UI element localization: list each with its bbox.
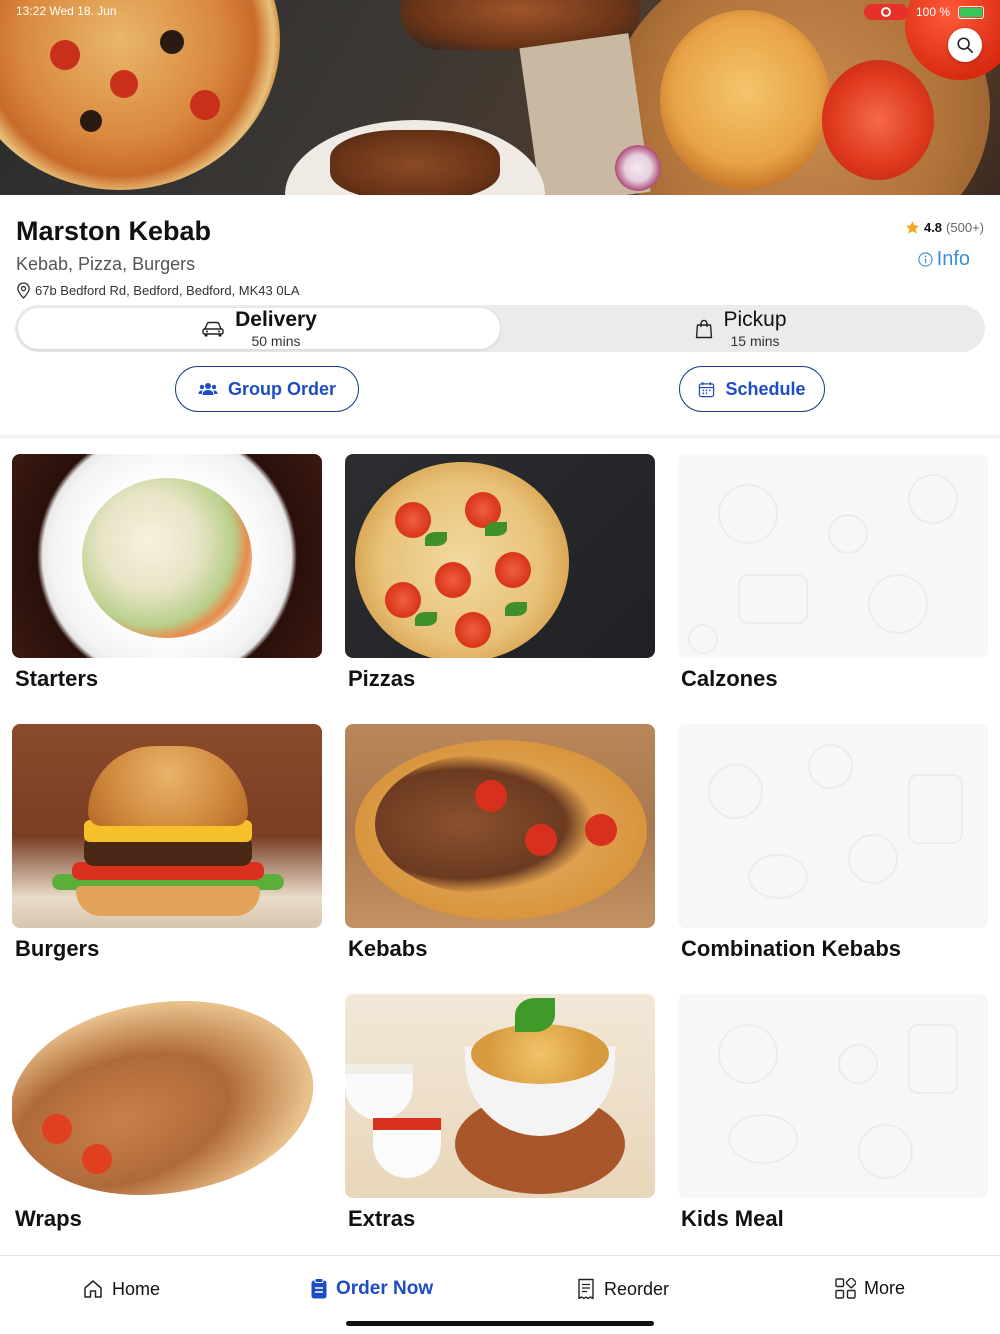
cuisine-list: Kebab, Pizza, Burgers (16, 254, 196, 274)
category-card-extras[interactable]: Extras (345, 994, 655, 1231)
battery-percent: 100 % (915, 5, 950, 19)
search-icon (957, 37, 974, 54)
pickup-label: Pickup (723, 307, 787, 331)
hero-meat (330, 130, 500, 195)
category-image-extras (345, 994, 655, 1198)
delivery-label: Delivery (235, 307, 317, 331)
hero-pizza (0, 0, 280, 190)
receipt-icon (578, 1278, 594, 1300)
address-text: 67b Bedford Rd, Bedford, Bedford, MK43 0… (35, 283, 300, 298)
home-indicator[interactable] (346, 1321, 654, 1326)
category-card-burgers[interactable]: Burgers (12, 724, 322, 961)
group-order-button[interactable]: Group Order (175, 366, 359, 412)
category-label: Kebabs (348, 936, 428, 961)
screen-record-icon (863, 4, 908, 20)
nav-reorder-label: Reorder (604, 1278, 670, 1299)
delivery-option[interactable]: Delivery 50 mins (18, 308, 500, 349)
rating-value: 4.8 (923, 220, 943, 235)
star-icon (905, 221, 920, 234)
home-icon (84, 1280, 102, 1298)
hero-burger (660, 10, 830, 190)
category-label: Burgers (15, 936, 100, 961)
nav-order-now-label: Order Now (336, 1278, 434, 1299)
category-label: Kids Meal (681, 1206, 784, 1231)
category-image-pizzas (345, 454, 655, 658)
category-label: Calzones (681, 666, 778, 691)
nav-more-label: More (864, 1278, 906, 1298)
delivery-time: 50 mins (251, 332, 301, 349)
category-card-combination-kebabs[interactable]: Combination Kebabs (678, 724, 988, 961)
hero-onion (615, 145, 661, 191)
restaurant-name: Marston Kebab (16, 216, 212, 246)
nav-home[interactable]: Home (82, 1278, 160, 1300)
category-card-pizzas[interactable]: Pizzas (345, 454, 655, 691)
group-icon (198, 383, 218, 395)
pickup-option[interactable]: Pickup 15 mins (500, 308, 982, 349)
location-pin-icon (17, 282, 30, 299)
bag-icon (696, 319, 713, 338)
nav-more[interactable]: More (835, 1278, 905, 1299)
category-card-wraps[interactable]: Wraps (12, 994, 322, 1231)
nav-home-label: Home (112, 1278, 161, 1299)
category-image-kebabs (345, 724, 655, 928)
category-label: Starters (15, 666, 99, 691)
grid-icon (835, 1278, 856, 1299)
battery-icon (958, 5, 984, 19)
category-placeholder-image (678, 724, 988, 928)
category-label: Extras (348, 1206, 416, 1231)
category-placeholder-image (678, 994, 988, 1198)
category-label: Wraps (15, 1206, 82, 1231)
schedule-button[interactable]: Schedule (679, 366, 825, 412)
address: 67b Bedford Rd, Bedford, Bedford, MK43 0… (16, 282, 300, 299)
category-card-kebabs[interactable]: Kebabs (345, 724, 655, 961)
nav-reorder[interactable]: Reorder (576, 1278, 669, 1300)
category-label: Combination Kebabs (681, 936, 902, 961)
status-time: 13:22 Wed 18. Jun (16, 4, 117, 18)
info-label: Info (936, 248, 970, 270)
rating: 4.8 (500+) (905, 220, 984, 235)
category-card-starters[interactable]: Starters (12, 454, 322, 691)
hero-banner: 13:22 Wed 18. Jun 100 % (0, 0, 1000, 195)
section-divider (0, 435, 1000, 439)
category-image-starters (12, 454, 322, 658)
category-image-burgers (12, 724, 322, 928)
order-mode-toggle: Delivery 50 mins Pickup 15 mins (15, 305, 985, 352)
status-indicators: 100 % (863, 4, 984, 20)
hero-tomato (822, 60, 934, 180)
info-icon (918, 252, 933, 267)
info-link[interactable]: Info (918, 248, 970, 271)
group-order-label: Group Order (227, 378, 336, 399)
pickup-time: 15 mins (730, 332, 780, 349)
car-icon (202, 321, 224, 336)
category-image-wraps (12, 994, 322, 1198)
category-card-kids-meal[interactable]: Kids Meal (678, 994, 988, 1231)
category-placeholder-image (678, 454, 988, 658)
nav-order-now[interactable]: Order Now (310, 1278, 433, 1300)
category-label: Pizzas (348, 666, 416, 691)
order-icon (311, 1278, 327, 1299)
search-button[interactable] (948, 28, 982, 62)
review-count: (500+) (946, 220, 984, 235)
category-card-calzones[interactable]: Calzones (678, 454, 988, 691)
schedule-label: Schedule (725, 378, 806, 399)
calendar-icon (699, 381, 715, 397)
